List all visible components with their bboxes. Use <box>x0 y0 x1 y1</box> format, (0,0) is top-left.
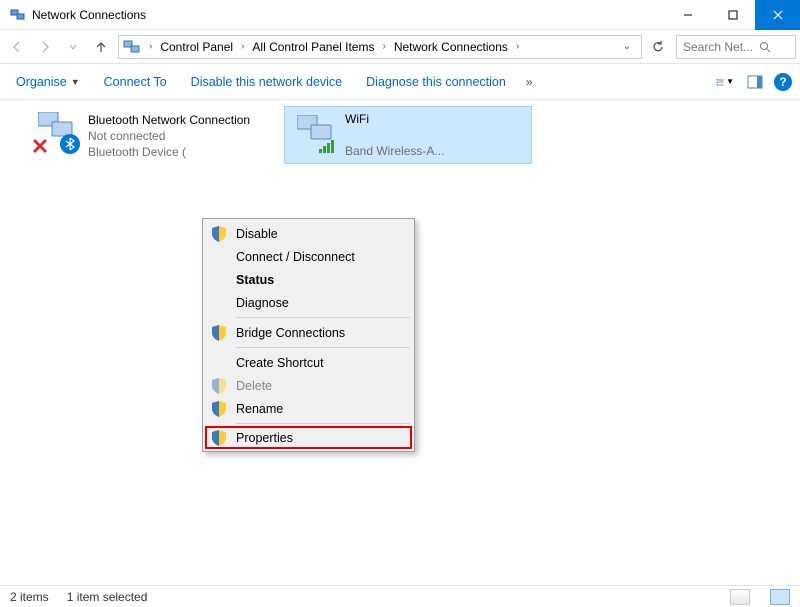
breadcrumb[interactable]: › Control Panel › All Control Panel Item… <box>118 35 642 59</box>
diagnose-button[interactable]: Diagnose this connection <box>358 71 514 93</box>
ctx-delete: Delete <box>206 374 411 397</box>
up-button[interactable] <box>88 34 114 60</box>
breadcrumb-item[interactable]: Network Connections <box>392 38 510 56</box>
connect-to-button[interactable]: Connect To <box>96 71 175 93</box>
forward-button[interactable] <box>32 34 58 60</box>
adapter-bluetooth[interactable]: Bluetooth Network Connection Not connect… <box>28 108 276 164</box>
ctx-diagnose[interactable]: Diagnose <box>206 291 411 314</box>
network-icon <box>123 39 141 55</box>
chevron-right-icon: › <box>237 41 248 52</box>
chevron-down-icon: ▼ <box>71 77 80 87</box>
adapter-name: Bluetooth Network Connection <box>88 112 250 128</box>
disable-device-button[interactable]: Disable this network device <box>183 71 350 93</box>
context-menu: Disable Connect / Disconnect Status Diag… <box>202 218 415 452</box>
chevron-right-icon: › <box>512 41 523 52</box>
tiles-view-button[interactable] <box>770 589 790 605</box>
ctx-create-shortcut[interactable]: Create Shortcut <box>206 351 411 374</box>
ctx-properties[interactable]: Properties <box>205 426 412 449</box>
search-icon <box>759 41 771 53</box>
wifi-adapter-icon <box>289 111 337 153</box>
maximize-button[interactable] <box>710 0 755 30</box>
status-bar: 2 items 1 item selected <box>0 585 800 607</box>
preview-pane-button[interactable] <box>744 71 766 93</box>
address-bar: › Control Panel › All Control Panel Item… <box>0 30 800 64</box>
adapter-wifi[interactable]: WiFi Band Wireless-A... <box>284 106 532 164</box>
breadcrumb-item[interactable]: All Control Panel Items <box>250 38 376 56</box>
adapter-status: Not connected <box>88 128 250 144</box>
adapter-name: WiFi <box>345 111 444 127</box>
view-options-button[interactable]: ▼ <box>714 71 736 93</box>
app-icon <box>10 7 26 23</box>
item-count: 2 items <box>10 590 49 604</box>
search-placeholder: Search Net... <box>683 40 753 54</box>
chevron-right-icon: › <box>378 41 389 52</box>
recent-dropdown[interactable] <box>60 34 86 60</box>
adapter-status <box>345 127 444 143</box>
ctx-rename[interactable]: Rename <box>206 397 411 420</box>
minimize-button[interactable] <box>665 0 710 30</box>
search-input[interactable]: Search Net... <box>676 35 796 59</box>
details-view-button[interactable] <box>730 589 750 605</box>
close-button[interactable] <box>755 0 800 30</box>
separator <box>236 347 410 348</box>
organise-button[interactable]: Organise▼ <box>8 71 88 93</box>
ctx-bridge[interactable]: Bridge Connections <box>206 321 411 344</box>
ctx-disable[interactable]: Disable <box>206 222 411 245</box>
toolbar: Organise▼ Connect To Disable this networ… <box>0 64 800 100</box>
refresh-button[interactable] <box>646 35 670 59</box>
content-area: Bluetooth Network Connection Not connect… <box>0 100 800 585</box>
separator <box>236 317 410 318</box>
help-button[interactable]: ? <box>774 73 792 91</box>
chevron-right-icon: › <box>145 41 156 52</box>
ctx-connect-disconnect[interactable]: Connect / Disconnect <box>206 245 411 268</box>
adapter-device: Band Wireless-A... <box>345 143 444 159</box>
bluetooth-adapter-icon <box>32 112 80 154</box>
breadcrumb-item[interactable]: Control Panel <box>158 38 235 56</box>
selected-count: 1 item selected <box>67 590 148 604</box>
title-bar: Network Connections <box>0 0 800 30</box>
adapter-device: Bluetooth Device ( <box>88 144 250 160</box>
overflow-icon[interactable]: » <box>522 75 537 89</box>
back-button[interactable] <box>4 34 30 60</box>
separator <box>236 423 410 424</box>
window-title: Network Connections <box>32 8 146 22</box>
chevron-down-icon[interactable]: ⌄ <box>617 41 637 52</box>
ctx-status[interactable]: Status <box>206 268 411 291</box>
